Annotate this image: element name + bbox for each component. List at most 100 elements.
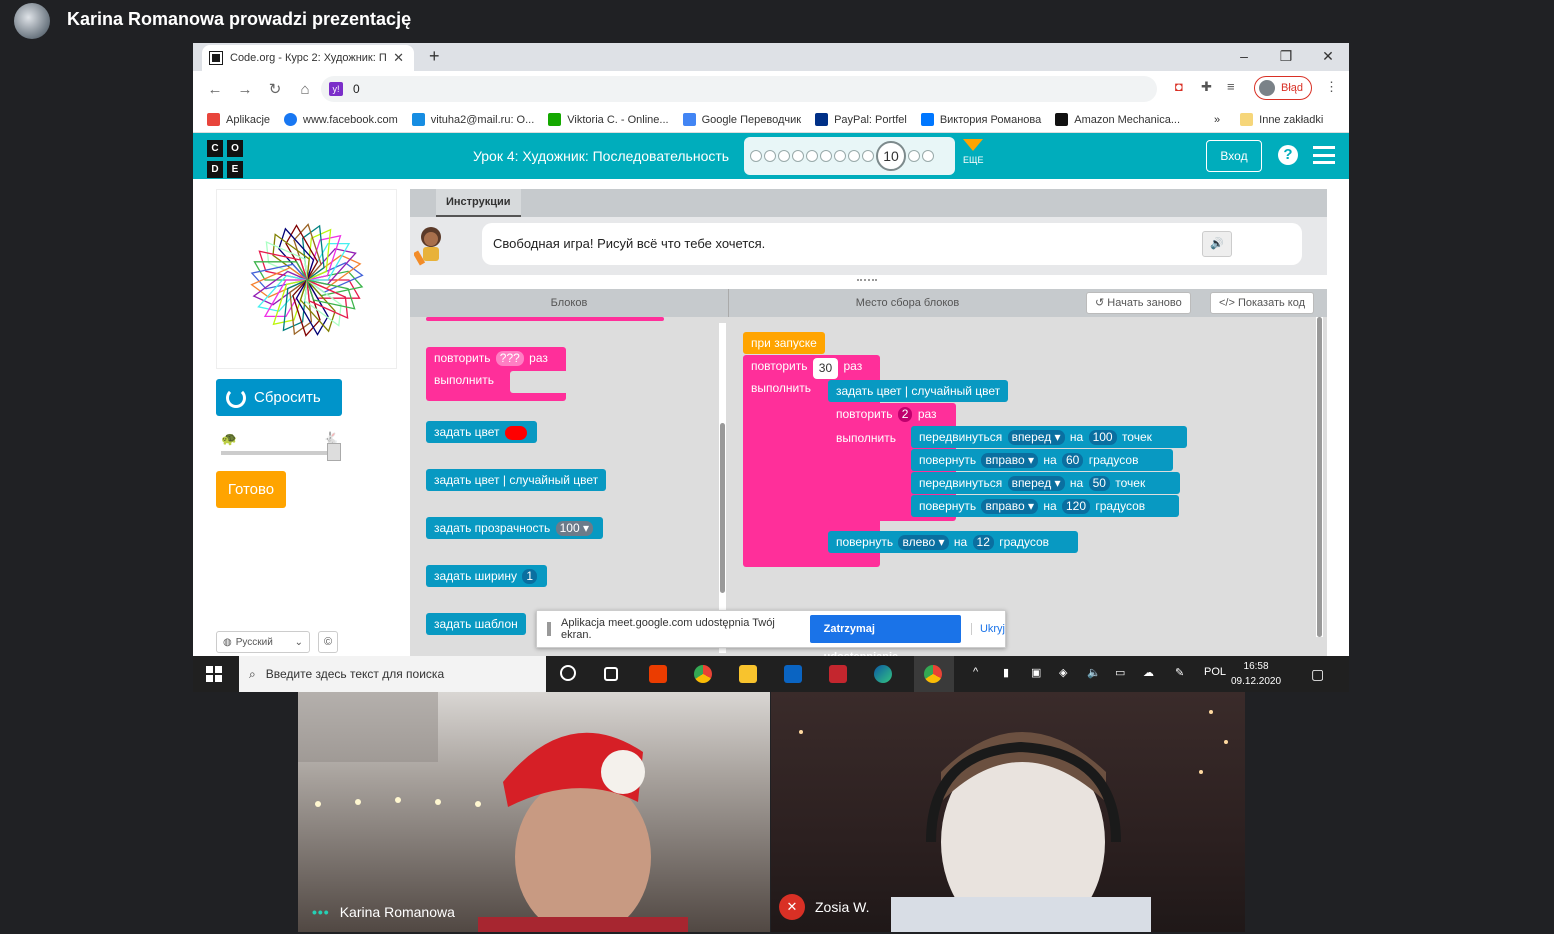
- mail-icon[interactable]: [784, 665, 802, 683]
- angle-input[interactable]: 12: [972, 535, 994, 550]
- tab-close-icon[interactable]: ✕: [393, 50, 404, 66]
- bookmarks-more-button[interactable]: »: [1214, 114, 1220, 126]
- slider-track[interactable]: [221, 451, 339, 455]
- battery-icon[interactable]: ▭: [1115, 666, 1125, 679]
- close-window-icon[interactable]: ✕: [1307, 43, 1349, 71]
- bookmark-item[interactable]: vituha2@mail.ru: O...: [411, 113, 534, 126]
- other-bookmarks[interactable]: Inne zakładki: [1240, 113, 1323, 126]
- level-dot[interactable]: [922, 150, 934, 162]
- copyright-button[interactable]: ©: [318, 631, 338, 653]
- bookmark-item[interactable]: Viktoria C. - Online...: [548, 113, 669, 126]
- edge-icon[interactable]: [874, 665, 892, 683]
- participant-tile-karina[interactable]: ••• Karina Romanowa: [298, 692, 770, 932]
- turn-left-block[interactable]: повернуть влево ▾ на 12 градусов: [828, 531, 1078, 553]
- when-run-block[interactable]: при запуске: [743, 332, 825, 354]
- toolbox-random-color-block[interactable]: задать цвет | случайный цвет: [426, 469, 607, 491]
- tab-instructions[interactable]: Инструкции: [436, 189, 521, 217]
- office-icon[interactable]: [649, 665, 667, 683]
- drag-handle-icon[interactable]: [547, 622, 551, 636]
- address-bar[interactable]: y! 0: [321, 76, 1157, 102]
- lesson-title[interactable]: Урок 4: Художник: Последовательность: [473, 148, 729, 164]
- current-level-dot[interactable]: 10: [876, 141, 906, 171]
- task-view-icon[interactable]: [604, 667, 618, 681]
- direction-dropdown[interactable]: вперед ▾: [1007, 430, 1065, 445]
- level-dot[interactable]: [848, 150, 860, 162]
- speed-slider[interactable]: 🐢 🐇: [221, 431, 347, 461]
- bookmark-item[interactable]: PayPal: Portfel: [815, 113, 907, 126]
- toolbox-set-pattern-block[interactable]: задать шаблон: [426, 613, 526, 635]
- block-fragment[interactable]: [426, 317, 664, 321]
- turn-right-block[interactable]: повернуть вправо ▾ на 120 градусов: [911, 495, 1179, 517]
- level-dot[interactable]: [862, 150, 874, 162]
- workspace-scrollbar[interactable]: [1316, 317, 1323, 637]
- stop-sharing-button[interactable]: Zatrzymaj udostępnianie: [809, 615, 961, 663]
- maximize-icon[interactable]: ❐: [1265, 43, 1307, 71]
- reset-button[interactable]: Сбросить: [216, 379, 342, 416]
- onedrive-icon[interactable]: ☁: [1143, 666, 1154, 679]
- level-dot[interactable]: [792, 150, 804, 162]
- signin-button[interactable]: Вход: [1206, 140, 1262, 172]
- tray-app-icon[interactable]: ▣: [1031, 666, 1041, 679]
- move-forward-block[interactable]: передвинуться вперед ▾ на 50 точек: [911, 472, 1180, 494]
- inner-count-input[interactable]: 2: [897, 407, 913, 422]
- volume-icon[interactable]: 🔈: [1087, 666, 1101, 679]
- pocket-extension-icon[interactable]: ◘: [1175, 79, 1183, 94]
- width-input[interactable]: 1: [522, 569, 538, 584]
- direction-dropdown[interactable]: вправо ▾: [981, 499, 1038, 514]
- bookmark-item[interactable]: Aplikacje: [207, 113, 270, 126]
- outer-count-input[interactable]: 30: [812, 358, 839, 379]
- resize-handle[interactable]: [857, 279, 877, 283]
- reload-icon[interactable]: ↻: [267, 80, 283, 98]
- taskbar-search-input[interactable]: ⌕ Введите здесь текст для поиска: [239, 656, 546, 692]
- direction-dropdown[interactable]: вправо ▾: [981, 453, 1038, 468]
- show-code-button[interactable]: </> Показать код: [1210, 292, 1315, 314]
- codeorg-logo[interactable]: C O D E: [206, 139, 246, 179]
- participant-tile-zosia[interactable]: ✕ Zosia W.: [771, 692, 1245, 932]
- hamburger-menu-icon[interactable]: [1313, 146, 1335, 164]
- set-random-color-block[interactable]: задать цвет | случайный цвет: [828, 380, 1009, 402]
- done-button[interactable]: Готово: [216, 471, 286, 508]
- direction-dropdown[interactable]: вперед ▾: [1007, 476, 1065, 491]
- level-dot[interactable]: [806, 150, 818, 162]
- direction-dropdown[interactable]: влево ▾: [898, 535, 949, 550]
- repeat-count-input[interactable]: ???: [495, 351, 524, 366]
- minimize-icon[interactable]: –: [1223, 43, 1265, 71]
- text-to-speech-icon[interactable]: 🔊: [1202, 231, 1232, 257]
- back-icon[interactable]: ←: [207, 81, 223, 98]
- bookmark-item[interactable]: Amazon Mechanica...: [1055, 113, 1180, 126]
- language-select[interactable]: ◍ Русский ⌄: [216, 631, 310, 653]
- level-dot[interactable]: [834, 150, 846, 162]
- color-swatch[interactable]: [504, 425, 527, 440]
- more-levels-button[interactable]: ЕЩЕ: [963, 139, 983, 165]
- chrome-icon[interactable]: [694, 665, 712, 683]
- level-dot[interactable]: [764, 150, 776, 162]
- extensions-icon[interactable]: ✚: [1201, 79, 1212, 95]
- hide-button[interactable]: Ukryj: [970, 623, 1005, 635]
- angle-input[interactable]: 60: [1061, 453, 1084, 468]
- tray-up-arrow-icon[interactable]: ^: [973, 666, 978, 678]
- bookmark-item[interactable]: www.facebook.com: [284, 113, 398, 126]
- menu-kebab-icon[interactable]: ⋮: [1325, 79, 1338, 95]
- bookmark-item[interactable]: Google Переводчик: [682, 113, 801, 126]
- toolbox-set-color-block[interactable]: задать цвет: [426, 421, 537, 443]
- level-dot[interactable]: [908, 150, 920, 162]
- distance-input[interactable]: 100: [1088, 430, 1117, 445]
- level-dot[interactable]: [820, 150, 832, 162]
- toolbox-set-width-block[interactable]: задать ширину 1: [426, 565, 548, 587]
- help-icon[interactable]: ?: [1278, 145, 1298, 165]
- forward-icon[interactable]: →: [237, 81, 253, 98]
- profile-error-button[interactable]: Błąd: [1254, 76, 1312, 100]
- distance-input[interactable]: 50: [1088, 476, 1110, 491]
- windows-start-icon[interactable]: [206, 666, 222, 682]
- alpha-dropdown[interactable]: 100 ▾: [555, 521, 594, 536]
- start-over-button[interactable]: ↺ Начать заново: [1086, 292, 1191, 314]
- move-forward-block[interactable]: передвинуться вперед ▾ на 100 точек: [911, 426, 1187, 448]
- taskbar-clock[interactable]: 16:58 09.12.2020: [1231, 659, 1281, 689]
- browser-tab[interactable]: Code.org - Курс 2: Художник: П ✕: [202, 45, 414, 71]
- new-tab-icon[interactable]: +: [429, 46, 440, 67]
- turn-right-block[interactable]: повернуть вправо ▾ на 60 градусов: [911, 449, 1173, 471]
- file-explorer-icon[interactable]: [739, 665, 757, 683]
- angle-input[interactable]: 120: [1061, 499, 1091, 514]
- slider-handle[interactable]: [327, 443, 341, 461]
- microphone-icon[interactable]: ▮: [1003, 666, 1009, 679]
